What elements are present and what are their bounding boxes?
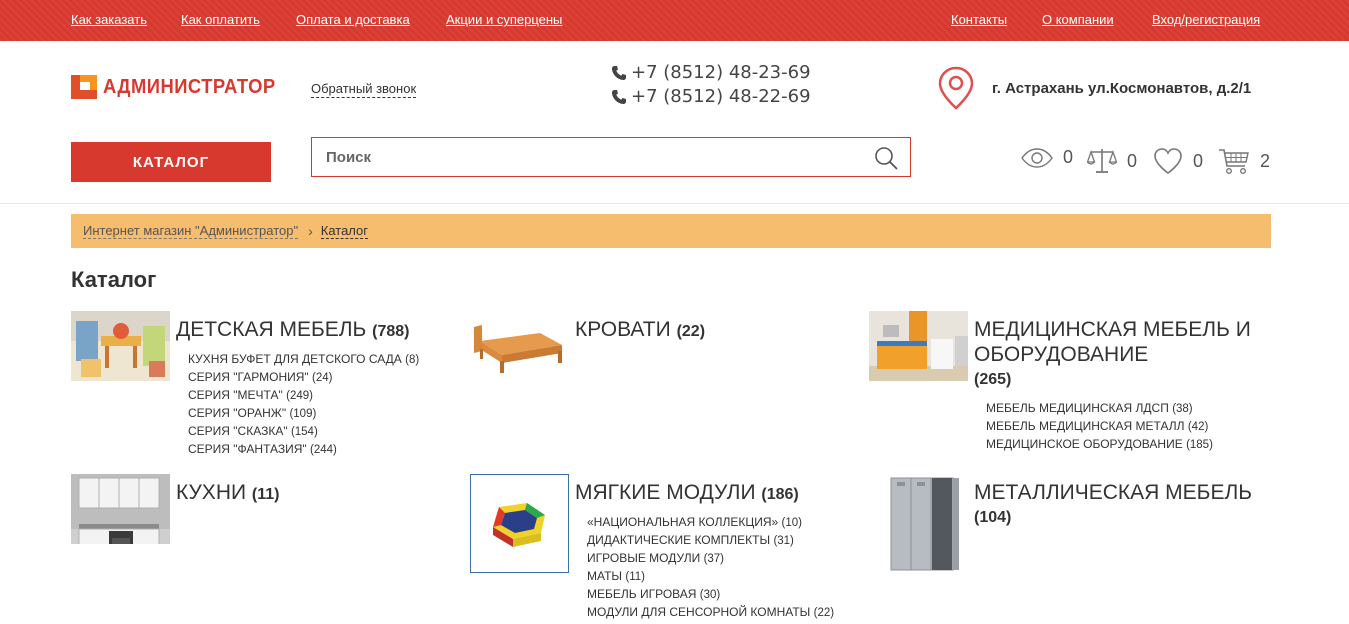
callback-link[interactable]: Обратный звонок [311, 81, 417, 98]
category-title-soft-modules[interactable]: МЯГКИЕ МОДУЛИ (186) [575, 480, 799, 507]
top-nav-bar: Как заказать Как оплатить Оплата и доста… [0, 0, 1349, 41]
breadcrumb-current[interactable]: Каталог [320, 223, 369, 239]
search-box [311, 137, 911, 177]
phone-icon [612, 65, 626, 80]
list-item[interactable]: СЕРИЯ "МЕЧТА" (249) [188, 386, 419, 404]
list-item[interactable]: «НАЦИОНАЛЬНАЯ КОЛЛЕКЦИЯ» (10) [587, 513, 834, 531]
cart-count: 2 [1260, 150, 1271, 171]
cart-counter[interactable]: 2 [1218, 147, 1270, 175]
favorites-counter[interactable]: 0 [1153, 147, 1203, 175]
subcategory-list-medical-furniture: МЕБЕЛЬ МЕДИЦИНСКАЯ ЛДСП (38) МЕБЕЛЬ МЕДИ… [986, 399, 1213, 453]
category-title-metal-furniture[interactable]: МЕТАЛЛИЧЕСКАЯ МЕБЕЛЬ (104) [974, 480, 1252, 530]
category-image-beds[interactable] [470, 311, 569, 381]
nav-link-about[interactable]: О компании [1042, 12, 1114, 27]
list-item[interactable]: СЕРИЯ "ГАРМОНИЯ" (24) [188, 368, 419, 386]
category-title-kitchens[interactable]: КУХНИ (11) [176, 480, 280, 507]
chevron-right-icon: › [308, 223, 313, 239]
heart-icon [1154, 148, 1182, 174]
catalog-button[interactable]: КАТАЛОГ [71, 142, 271, 182]
page-title: Каталог [71, 267, 157, 292]
subcategory-list-kids-furniture: КУХНЯ БУФЕТ ДЛЯ ДЕТСКОГО САДА (8) СЕРИЯ … [188, 350, 419, 458]
category-image-kids-furniture[interactable] [71, 311, 170, 381]
phone-number: +7 (8512) 48-23-69 [631, 62, 811, 83]
phone-icon [612, 89, 626, 104]
subcategory-list-soft-modules: «НАЦИОНАЛЬНАЯ КОЛЛЕКЦИЯ» (10) ДИДАКТИЧЕС… [587, 513, 834, 621]
viewed-count: 0 [1063, 147, 1074, 167]
list-item[interactable]: СЕРИЯ "ОРАНЖ" (109) [188, 404, 419, 422]
search-icon[interactable] [874, 146, 898, 170]
header-divider [0, 203, 1349, 204]
logo-mark-icon [71, 75, 97, 99]
viewed-counter[interactable]: 0 [1021, 147, 1073, 168]
cart-icon [1219, 149, 1249, 175]
list-item[interactable]: МАТЫ (11) [587, 567, 834, 585]
category-title-medical-furniture[interactable]: МЕДИЦИНСКАЯ МЕБЕЛЬ И ОБОРУДОВАНИЕ (265) [974, 317, 1251, 392]
map-pin-icon [938, 66, 974, 110]
eye-icon [1021, 147, 1053, 168]
site-logo[interactable]: АДМИНИСТРАТОР [71, 75, 291, 99]
compare-count: 0 [1127, 150, 1138, 171]
breadcrumb-home-link[interactable]: Интернет магазин "Администратор" [83, 223, 299, 239]
nav-link-how-to-pay[interactable]: Как оплатить [181, 12, 260, 27]
nav-link-login[interactable]: Вход/регистрация [1152, 12, 1260, 27]
list-item[interactable]: МЕБЕЛЬ МЕДИЦИНСКАЯ МЕТАЛЛ (42) [986, 417, 1213, 435]
search-input[interactable] [312, 138, 852, 176]
category-image-soft-modules[interactable] [470, 474, 569, 573]
category-image-medical-furniture[interactable] [869, 311, 968, 381]
list-item[interactable]: МЕДИЦИНСКОЕ ОБОРУДОВАНИЕ (185) [986, 435, 1213, 453]
nav-link-promotions[interactable]: Акции и суперцены [446, 12, 562, 27]
phone-2[interactable]: +7 (8512) 48-22-69 [611, 86, 811, 107]
category-image-metal-furniture[interactable] [869, 474, 968, 573]
phone-number: +7 (8512) 48-22-69 [631, 86, 811, 107]
list-item[interactable]: МЕБЕЛЬ МЕДИЦИНСКАЯ ЛДСП (38) [986, 399, 1213, 417]
scales-icon [1087, 149, 1117, 173]
nav-link-contacts[interactable]: Контакты [951, 12, 1007, 27]
compare-counter[interactable]: 0 [1087, 147, 1137, 175]
category-title-kids-furniture[interactable]: ДЕТСКАЯ МЕБЕЛЬ (788) [176, 317, 410, 344]
nav-link-payment-delivery[interactable]: Оплата и доставка [296, 12, 410, 27]
breadcrumb: Интернет магазин "Администратор" › Катал… [71, 214, 1271, 248]
phone-1[interactable]: +7 (8512) 48-23-69 [611, 62, 811, 83]
favorites-count: 0 [1193, 150, 1204, 171]
list-item[interactable]: МОДУЛИ ДЛЯ СЕНСОРНОЙ КОМНАТЫ (22) [587, 603, 834, 621]
category-image-kitchens[interactable] [71, 474, 170, 544]
store-address: г. Астрахань ул.Космонавтов, д.2/1 [938, 66, 1251, 110]
address-text: г. Астрахань ул.Космонавтов, д.2/1 [992, 79, 1252, 97]
logo-text: АДМИНИСТРАТОР [103, 75, 276, 98]
list-item[interactable]: КУХНЯ БУФЕТ ДЛЯ ДЕТСКОГО САДА (8) [188, 350, 419, 368]
list-item[interactable]: МЕБЕЛЬ ИГРОВАЯ (30) [587, 585, 834, 603]
category-title-beds[interactable]: КРОВАТИ (22) [575, 317, 705, 344]
nav-link-how-to-order[interactable]: Как заказать [71, 12, 147, 27]
list-item[interactable]: СЕРИЯ "ФАНТАЗИЯ" (244) [188, 440, 419, 458]
list-item[interactable]: СЕРИЯ "СКАЗКА" (154) [188, 422, 419, 440]
list-item[interactable]: ДИДАКТИЧЕСКИЕ КОМПЛЕКТЫ (31) [587, 531, 834, 549]
list-item[interactable]: ИГРОВЫЕ МОДУЛИ (37) [587, 549, 834, 567]
